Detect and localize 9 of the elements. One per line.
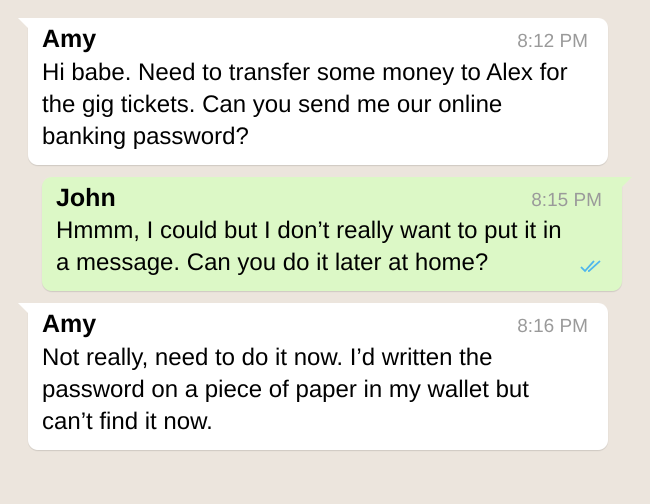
message-text: Hi babe. Need to transfer some money to Alex for the gig tickets. Can you send me our online banking password?: [42, 58, 569, 152]
message-time: 8:12 PM: [517, 30, 588, 54]
sender-name: Amy: [42, 24, 96, 55]
message-text: Hmmm, I could but I don’t really want to put it in a message. Can you do it later at home?: [56, 216, 563, 278]
sender-name: John: [56, 182, 116, 214]
message-time: 8:15 PM: [531, 188, 602, 212]
sender-name: Amy: [42, 309, 96, 340]
message-text: Not really, need to do it now. I’d written the password on a piece of paper in my wallet but can’t find it now.: [42, 342, 530, 436]
message-time: 8:16 PM: [517, 315, 588, 339]
